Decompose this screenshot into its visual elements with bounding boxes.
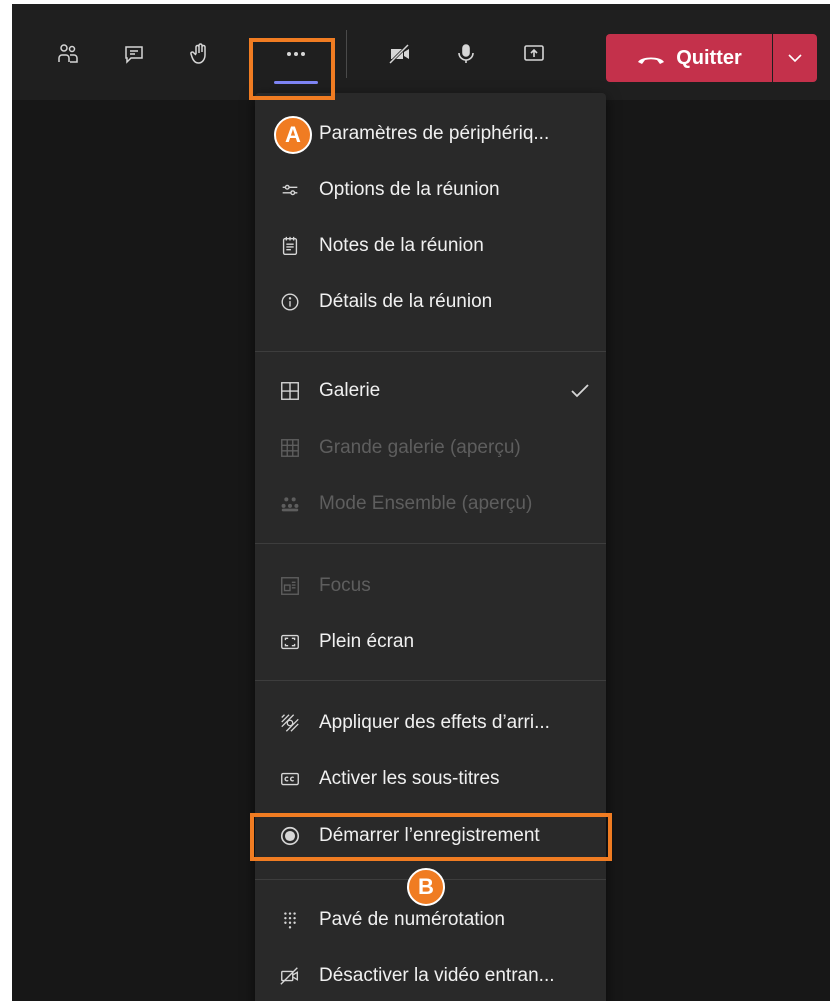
menu-item-label: Pavé de numérotation	[319, 909, 505, 930]
leave-options-button[interactable]	[773, 34, 817, 82]
menu-item-label: Appliquer des effets d’arri...	[319, 712, 550, 733]
menu-item-label: Mode Ensemble (aperçu)	[319, 493, 533, 514]
chevron-down-icon	[788, 54, 802, 63]
more-options-menu: Paramètres de périphériq... Options de l…	[255, 93, 606, 1001]
menu-item-turn-off-incoming-video[interactable]: Désactiver la vidéo entran...	[255, 951, 606, 1001]
background-effects-icon	[277, 710, 303, 736]
menu-item-label: Focus	[319, 575, 371, 596]
menu-divider	[255, 543, 606, 544]
camera-off-icon[interactable]	[380, 34, 420, 74]
notes-icon	[277, 233, 303, 259]
leave-button[interactable]: Quitter	[606, 34, 772, 82]
menu-item-together-mode: Mode Ensemble (aperçu)	[255, 479, 606, 529]
share-screen-icon[interactable]	[514, 34, 554, 74]
menu-item-large-gallery: Grande galerie (aperçu)	[255, 423, 606, 473]
large-grid-icon	[277, 435, 303, 461]
chat-icon[interactable]	[114, 34, 154, 74]
menu-item-background-effects[interactable]: Appliquer des effets d’arri...	[255, 698, 606, 748]
highlight-start-recording	[250, 813, 612, 861]
dial-pad-icon	[277, 907, 303, 933]
menu-divider	[255, 351, 606, 352]
menu-item-meeting-details[interactable]: Détails de la réunion	[255, 277, 606, 327]
menu-item-meeting-options[interactable]: Options de la réunion	[255, 165, 606, 215]
menu-item-label: Désactiver la vidéo entran...	[319, 965, 555, 986]
microphone-icon[interactable]	[446, 34, 486, 74]
people-icon[interactable]	[48, 34, 88, 74]
full-screen-icon	[277, 629, 303, 655]
info-icon	[277, 289, 303, 315]
menu-item-gallery[interactable]: Galerie	[255, 366, 606, 416]
closed-captions-icon	[277, 766, 303, 792]
checkmark-icon	[568, 379, 592, 403]
meeting-toolbar: Quitter	[12, 4, 830, 100]
menu-item-live-captions[interactable]: Activer les sous-titres	[255, 754, 606, 804]
menu-item-label: Grande galerie (aperçu)	[319, 437, 521, 458]
phone-hangup-icon	[638, 57, 665, 64]
menu-item-label: Plein écran	[319, 631, 415, 652]
menu-item-label: Détails de la réunion	[319, 291, 493, 312]
menu-item-label: Options de la réunion	[319, 179, 500, 200]
menu-divider	[255, 680, 606, 681]
annotation-badge-b: B	[407, 868, 445, 906]
menu-item-focus: Focus	[255, 561, 606, 611]
leave-button-label: Quitter	[676, 46, 742, 69]
menu-item-meeting-notes[interactable]: Notes de la réunion	[255, 221, 606, 271]
menu-item-label: Galerie	[319, 380, 381, 401]
menu-item-full-screen[interactable]: Plein écran	[255, 617, 606, 667]
menu-item-label: Activer les sous-titres	[319, 768, 500, 789]
menu-item-label: Notes de la réunion	[319, 235, 484, 256]
grid-icon	[277, 378, 303, 404]
menu-item-label: Paramètres de périphériq...	[319, 123, 550, 144]
raise-hand-icon[interactable]	[180, 34, 220, 74]
together-mode-icon	[277, 491, 303, 517]
highlight-more-options	[249, 38, 335, 100]
focus-icon	[277, 573, 303, 599]
annotation-badge-a: A	[274, 116, 312, 154]
meeting-window: Quitter Paramètres de périphériq... Opti…	[12, 4, 830, 1001]
sliders-icon	[277, 177, 303, 203]
toolbar-divider	[346, 30, 347, 78]
video-off-icon	[277, 963, 303, 989]
